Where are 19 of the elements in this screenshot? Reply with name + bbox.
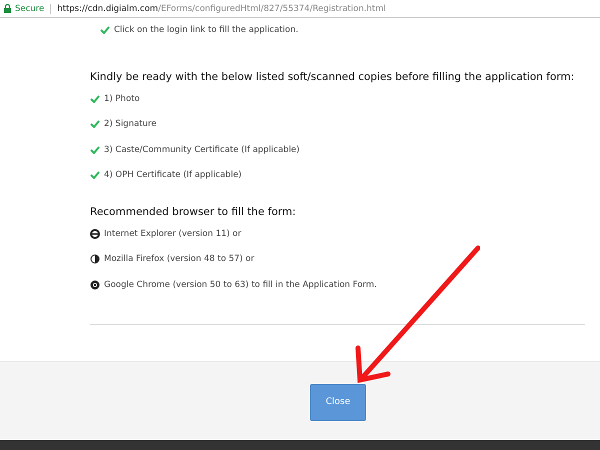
check-icon — [90, 146, 100, 154]
browser-item: Mozilla Firefox (version 48 to 57) or — [104, 254, 254, 264]
document-item: 1) Photo — [104, 94, 140, 104]
instruction-text: Click on the login link to fill the application. — [114, 25, 298, 35]
secure-label: Secure — [15, 4, 44, 14]
section-heading: Recommended browser to fill the form: — [90, 206, 297, 218]
document-item: 3) Caste/Community Certificate (If applicable) — [104, 144, 300, 155]
lock-icon — [4, 4, 11, 13]
check-icon — [90, 94, 100, 103]
url-text[interactable]: https://cdn.digialm.com/EForms/configuredHtml/827/55374/Registration.html — [57, 4, 386, 14]
chrome-icon — [90, 280, 100, 290]
check-icon — [100, 26, 110, 34]
browser-item: Internet Explorer (version 11) or — [104, 228, 242, 239]
section-heading: Kindly be ready with the below listed soft/scanned copies before filling the application form: — [90, 71, 576, 83]
check-icon — [90, 171, 100, 180]
document-item: 4) OPH Certificate (If applicable) — [104, 170, 242, 180]
browser-item: Google Chrome (version 50 to 63) to fill in the Application Form. — [104, 280, 377, 290]
check-icon — [90, 120, 100, 128]
document-item: 2) Signature — [104, 119, 156, 130]
